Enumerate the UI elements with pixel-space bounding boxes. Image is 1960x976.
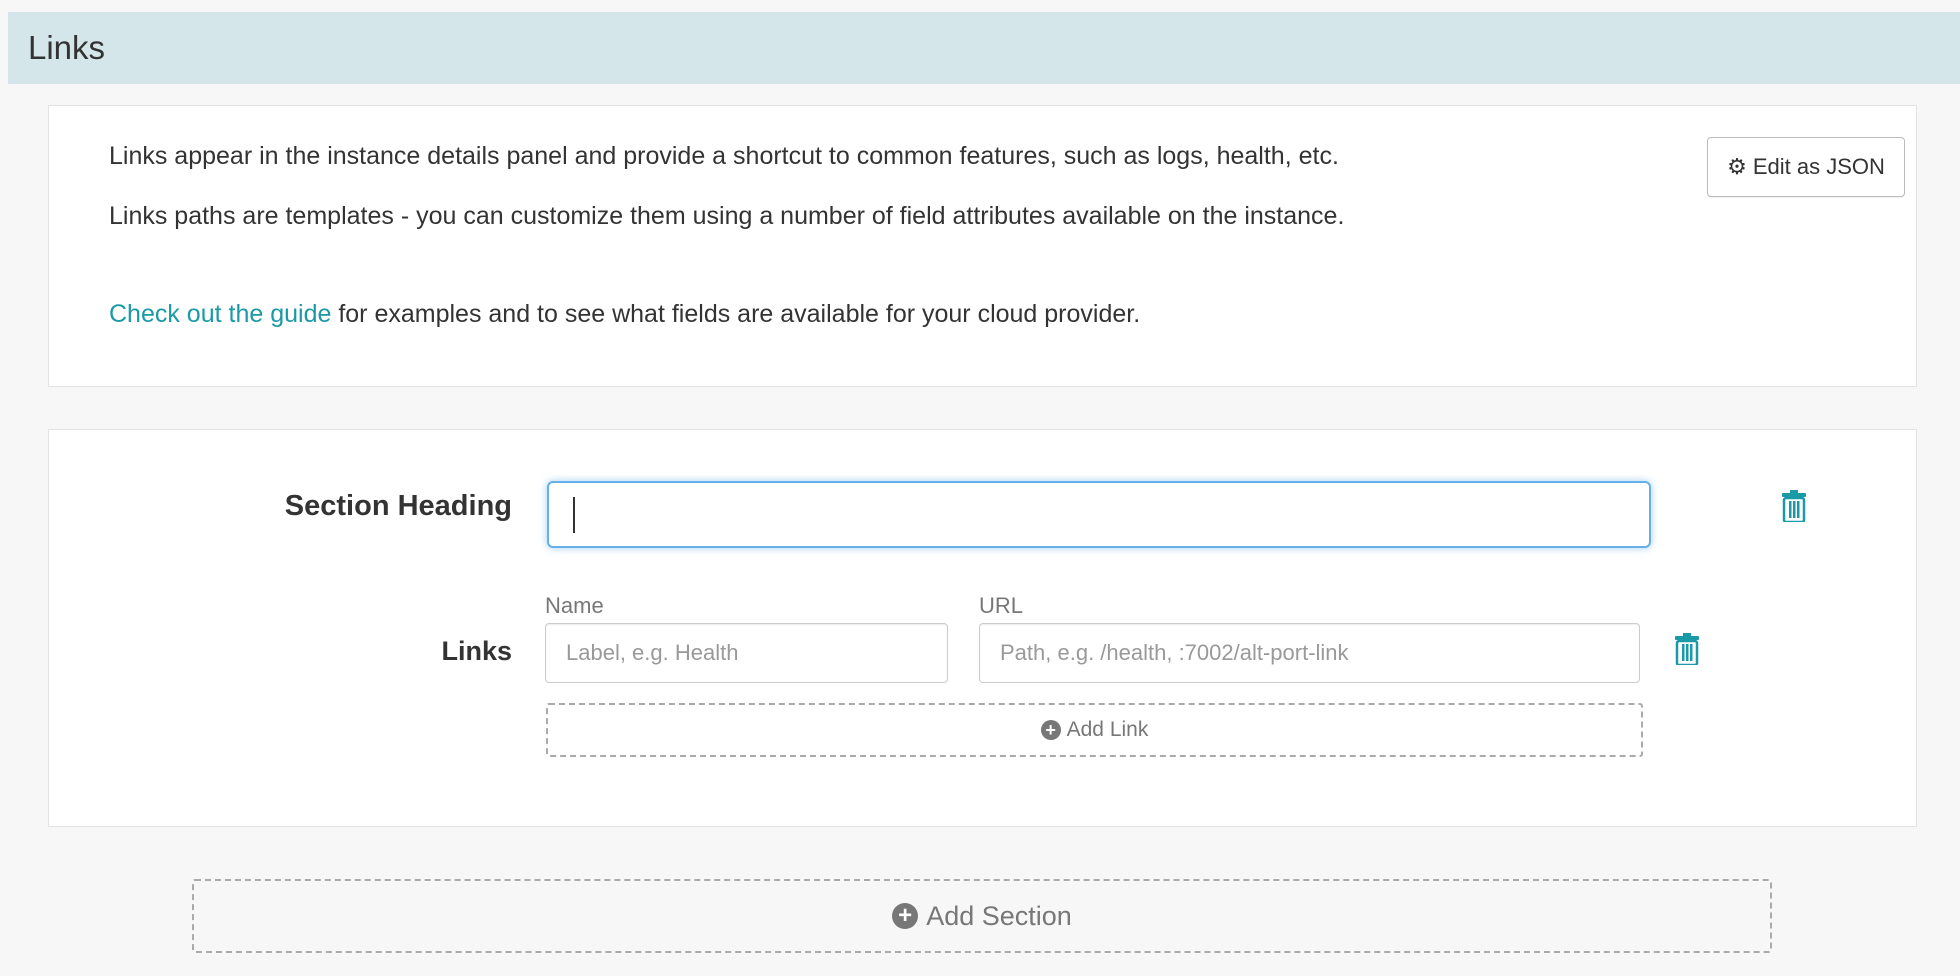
info-text-3: Check out the guide for examples and to …	[109, 294, 1140, 334]
edit-as-json-button[interactable]: ⚙ Edit as JSON	[1707, 137, 1905, 197]
info-text-3-rest: for examples and to see what fields are …	[331, 300, 1141, 328]
edit-as-json-label: Edit as JSON	[1752, 154, 1885, 179]
guide-link[interactable]: Check out the guide	[109, 300, 331, 328]
section-heading-input[interactable]	[547, 481, 1651, 548]
trash-icon[interactable]	[1781, 490, 1807, 527]
plus-circle-icon: +	[892, 903, 919, 929]
link-name-input[interactable]	[545, 623, 948, 683]
add-link-label: Add Link	[1066, 718, 1149, 741]
url-column-label: URL	[979, 593, 1024, 618]
info-text-1: Links appear in the instance details pan…	[109, 142, 1339, 170]
add-section-button[interactable]: + Add Section	[192, 879, 1772, 953]
links-label: Links	[441, 636, 512, 666]
trash-icon[interactable]	[1674, 633, 1700, 670]
section-heading-label: Section Heading	[284, 490, 512, 522]
link-section-card: Section Heading Links Name URL + Add Lin…	[48, 429, 1917, 827]
page-header: Links	[8, 12, 1960, 84]
page-title: Links	[28, 29, 106, 66]
text-caret	[573, 497, 575, 533]
gear-icon: ⚙	[1727, 154, 1747, 179]
link-url-input[interactable]	[979, 623, 1640, 683]
name-column-label: Name	[545, 593, 604, 618]
info-text-2: Links paths are templates - you can cust…	[109, 202, 1345, 230]
add-link-button[interactable]: + Add Link	[546, 703, 1643, 757]
info-card: Links appear in the instance details pan…	[48, 105, 1917, 387]
add-section-label: Add Section	[926, 900, 1072, 931]
plus-circle-icon: +	[1040, 720, 1061, 740]
